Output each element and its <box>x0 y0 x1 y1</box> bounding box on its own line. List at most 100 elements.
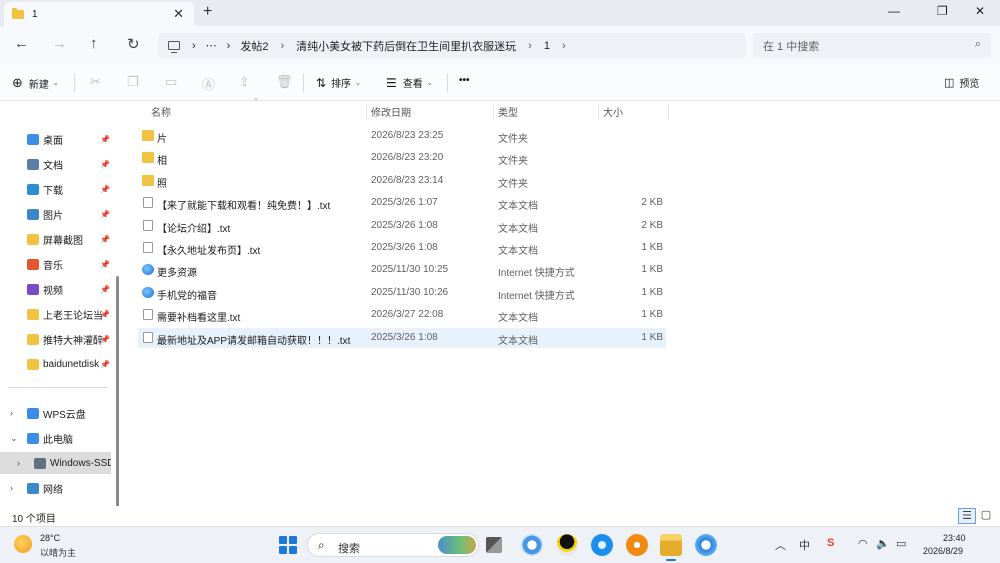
close-tab-icon[interactable]: ✕ <box>173 6 184 22</box>
show-hidden-icons-button[interactable]: ︿ <box>775 537 786 553</box>
breadcrumb-item[interactable]: 清纯小美女被下药后倒在卫生间里扒衣服迷玩 <box>296 38 516 54</box>
view-label: 查看 <box>402 79 423 90</box>
column-header-size[interactable]: 大小 <box>603 101 623 121</box>
more-options-button[interactable]: ••• <box>459 75 470 86</box>
sidebar-item[interactable]: 屏幕截图 📌 <box>0 228 114 250</box>
column-header-name[interactable]: 名称 <box>151 101 171 121</box>
pin-icon[interactable]: 📌 <box>100 360 110 369</box>
download-manager-icon[interactable] <box>695 534 717 556</box>
more-crumbs-button[interactable]: ⋯ <box>206 39 217 52</box>
pin-icon[interactable]: 📌 <box>100 335 110 344</box>
address-bar[interactable]: › ⋯ › 发帖2 › 清纯小美女被下药后倒在卫生间里扒衣服迷玩 › 1 › <box>158 33 746 58</box>
wps-tray-icon[interactable]: S <box>827 537 834 549</box>
chevron-right-icon[interactable]: › <box>10 483 13 493</box>
pin-icon[interactable]: 📌 <box>100 210 110 219</box>
sidebar-item[interactable]: 音乐 📌 <box>0 253 114 275</box>
details-view-button[interactable]: ☰ <box>958 508 976 524</box>
search-placeholder: 在 1 中搜索 <box>763 40 820 53</box>
text-file-icon <box>143 197 153 209</box>
new-button[interactable]: ⊕ 新建 ⌄ <box>12 75 59 91</box>
browser-icon[interactable] <box>591 534 613 556</box>
pin-icon[interactable]: 📌 <box>100 135 110 144</box>
tab-1[interactable]: 1 ✕ <box>4 2 194 26</box>
pin-icon[interactable]: 📌 <box>100 235 110 244</box>
clock-date[interactable]: 2026/8/29 <box>923 546 963 556</box>
back-button[interactable]: ← <box>14 35 29 52</box>
sidebar-tree-item[interactable]: ⌄ 此电脑 <box>0 427 114 449</box>
refresh-button[interactable]: ↻ <box>127 35 140 53</box>
weather-temperature[interactable]: 28°C <box>40 533 60 543</box>
file-row[interactable]: 手机党的福音 2025/11/30 10:26 Internet 快捷方式 1 KB <box>138 283 666 303</box>
chevron-right-icon[interactable]: › <box>17 458 20 468</box>
column-header-date[interactable]: 修改日期 <box>371 101 411 121</box>
input-method-indicator[interactable]: 中 <box>799 537 810 553</box>
column-divider[interactable] <box>598 104 599 120</box>
delete-icon[interactable]: 🗑 <box>276 74 293 90</box>
column-divider[interactable] <box>493 104 494 120</box>
preview-button[interactable]: ◫ 预览 <box>944 75 979 90</box>
sidebar-tree-item[interactable]: › Windows-SSD <box>0 452 111 474</box>
start-button[interactable] <box>279 536 297 554</box>
sidebar-tree-item[interactable]: › WPS云盘 <box>0 402 114 424</box>
sort-button[interactable]: ⇅ 排序 ⌄ <box>316 75 361 91</box>
weather-description[interactable]: 以晴为主 <box>40 546 76 559</box>
taskbar-search[interactable]: ⌕ 搜索 <box>307 533 479 557</box>
volume-icon[interactable]: 🔈 <box>876 537 890 550</box>
chevron-right-icon[interactable]: › <box>10 408 13 418</box>
sidebar-item[interactable]: 下载 📌 <box>0 178 114 200</box>
search-input[interactable]: 在 1 中搜索 ⌕ <box>753 33 991 58</box>
app-icon[interactable] <box>521 534 543 556</box>
column-header-type[interactable]: 类型 <box>498 101 518 121</box>
sidebar-item[interactable]: baidunetdisk 📌 <box>0 353 114 375</box>
copy-icon[interactable]: ❐ <box>127 74 139 90</box>
pin-icon[interactable]: 📌 <box>100 285 110 294</box>
chevron-right-icon[interactable]: › <box>562 40 566 52</box>
file-row[interactable]: 更多资源 2025/11/30 10:25 Internet 快捷方式 1 KB <box>138 260 666 280</box>
tiles-view-button[interactable]: ▢ <box>977 508 995 524</box>
sidebar-item[interactable]: 视频 📌 <box>0 278 114 300</box>
up-button[interactable]: ↑ <box>90 35 98 52</box>
qq-icon[interactable] <box>556 534 578 556</box>
battery-icon[interactable]: ▭ <box>896 537 906 550</box>
maximize-button[interactable]: ❐ <box>937 4 948 18</box>
pin-icon[interactable]: 📌 <box>100 260 110 269</box>
chevron-down-icon[interactable]: ⌄ <box>10 433 18 444</box>
wifi-icon[interactable]: ◠ <box>858 537 868 550</box>
sidebar-item[interactable]: 图片 📌 <box>0 203 114 225</box>
file-explorer-icon[interactable] <box>660 534 682 561</box>
share-icon[interactable]: ⇪ <box>239 74 250 90</box>
minimize-button[interactable]: — <box>888 4 900 18</box>
close-window-button[interactable]: ✕ <box>975 4 985 18</box>
task-view-icon[interactable] <box>486 537 502 553</box>
breadcrumb-item[interactable]: 1 <box>544 40 550 52</box>
file-row[interactable]: 片 2026/8/23 23:25 文件夹 <box>138 126 666 146</box>
file-row[interactable]: 需要补档看这里.txt 2026/3/27 22:08 文本文档 1 KB <box>138 305 666 325</box>
paste-icon[interactable]: ▭ <box>165 74 177 90</box>
forward-button[interactable]: → <box>52 35 67 52</box>
breadcrumb-item[interactable]: 发帖2 <box>240 38 268 54</box>
file-row[interactable]: 照 2026/8/23 23:14 文件夹 <box>138 171 666 191</box>
file-row[interactable]: 相 2026/8/23 23:20 文件夹 <box>138 148 666 168</box>
player-icon[interactable] <box>626 534 648 556</box>
file-row[interactable]: 【来了就能下载和观看！纯免费！】.txt 2025/3/26 1:07 文本文档 2 … <box>138 193 666 213</box>
sidebar-tree-item[interactable]: › 网络 <box>0 477 114 499</box>
column-divider[interactable] <box>668 104 669 120</box>
pin-icon[interactable]: 📌 <box>100 310 110 319</box>
view-button[interactable]: ☰ 查看 ⌄ <box>386 75 433 91</box>
sidebar-item[interactable]: 文档 📌 <box>0 153 114 175</box>
rename-icon[interactable]: Ⓐ <box>202 74 215 93</box>
clock-time[interactable]: 23:40 <box>943 533 966 543</box>
sidebar-item[interactable]: 上老王论坛当 📌 <box>0 303 114 325</box>
cut-icon[interactable]: ✂ <box>90 74 101 90</box>
pin-icon[interactable]: 📌 <box>100 185 110 194</box>
sidebar-item[interactable]: 推特大神灌醉 📌 <box>0 328 114 350</box>
pin-icon[interactable]: 📌 <box>100 160 110 169</box>
weather-icon[interactable] <box>14 535 32 553</box>
preview-label: 预览 <box>959 79 980 90</box>
column-divider[interactable] <box>366 104 367 120</box>
sidebar-item[interactable]: 桌面 📌 <box>0 128 114 150</box>
file-row[interactable]: 【论坛介绍】.txt 2025/3/26 1:08 文本文档 2 KB <box>138 216 666 236</box>
new-tab-button[interactable]: + <box>203 3 212 21</box>
file-row[interactable]: 【永久地址发布页】.txt 2025/3/26 1:08 文本文档 1 KB <box>138 238 666 258</box>
file-row[interactable]: 最新地址及APP请发邮箱自动获取！！！.txt 2025/3/26 1:08 文本文… <box>138 327 666 348</box>
